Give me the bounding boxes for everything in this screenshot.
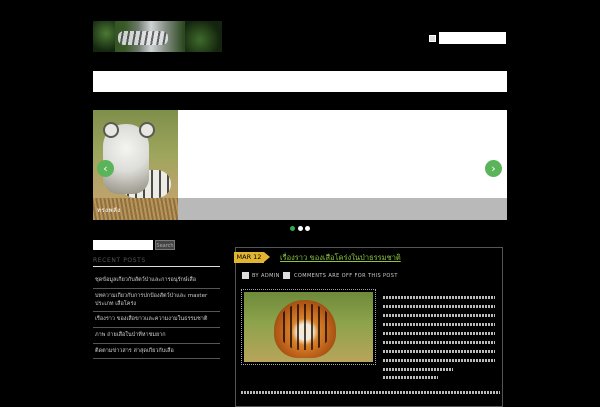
slider-dot-2[interactable] <box>298 226 303 231</box>
post-excerpt-line <box>383 368 453 371</box>
post-excerpt-line <box>383 323 495 326</box>
divider <box>93 327 220 328</box>
divider <box>93 343 220 344</box>
site-logo[interactable] <box>93 21 222 52</box>
chevron-right-icon[interactable]: › <box>485 160 502 177</box>
slide-caption: ทรงพลัง <box>97 207 121 214</box>
post-excerpt-line <box>383 376 438 379</box>
post-excerpt-line <box>383 296 495 299</box>
slider-dot-3[interactable] <box>305 226 310 231</box>
divider <box>93 358 220 359</box>
recent-post-link[interactable]: เรื่องราว ของเสือขาวและความงามในธรรมชาติ <box>95 315 217 323</box>
post-title-link[interactable]: เรื่องราว ของเสือโคร่งในป่าธรรมชาติ <box>280 252 401 264</box>
slider-dot-1[interactable] <box>290 226 295 231</box>
recent-posts-rule <box>93 266 220 267</box>
chevron-left-icon[interactable]: ‹ <box>97 160 114 177</box>
post-date-badge: MAR 12 <box>234 252 270 263</box>
post-excerpt-line <box>383 305 495 308</box>
post-excerpt-line <box>383 332 495 335</box>
pencil-icon <box>242 272 249 279</box>
sidebar-search-button[interactable]: Search <box>155 240 175 250</box>
recent-post-link[interactable]: บทความเกี่ยวกับการปกป้องสัตว์ป่าและ mast… <box>95 292 217 308</box>
divider <box>93 288 220 289</box>
header-search-input[interactable] <box>439 32 506 44</box>
featured-slider: ทรงพลัง <box>93 110 507 220</box>
post-excerpt-line <box>383 359 495 362</box>
divider <box>93 311 220 312</box>
comment-icon <box>283 272 290 279</box>
header-search-icon[interactable] <box>429 35 436 42</box>
post-image-tiger[interactable] <box>244 292 373 362</box>
recent-posts-heading: RECENT POSTS <box>93 257 146 264</box>
post-comments-status: COMMENTS ARE OFF FOR THIS POST <box>294 273 398 279</box>
sidebar-search-input[interactable] <box>93 240 153 250</box>
recent-post-link[interactable]: ภาพ ถ่ายเสือในป่าที่หาชมยาก <box>95 331 217 339</box>
post-excerpt-line <box>383 350 495 353</box>
post-excerpt-line <box>241 391 500 394</box>
post-excerpt-line <box>383 314 495 317</box>
post-author[interactable]: BY ADMIN <box>252 273 280 279</box>
main-navigation-bar[interactable] <box>93 71 507 92</box>
post-excerpt-line <box>383 341 495 344</box>
slide-footer-bar <box>178 198 507 220</box>
recent-post-link[interactable]: ติดตามข่าวสาร ล่าสุดเกี่ยวกับเสือ <box>95 347 217 355</box>
recent-post-link[interactable]: ชุดข้อมูลเกี่ยวกับสัตว์ป่าและการอนุรักษ์… <box>95 276 217 284</box>
